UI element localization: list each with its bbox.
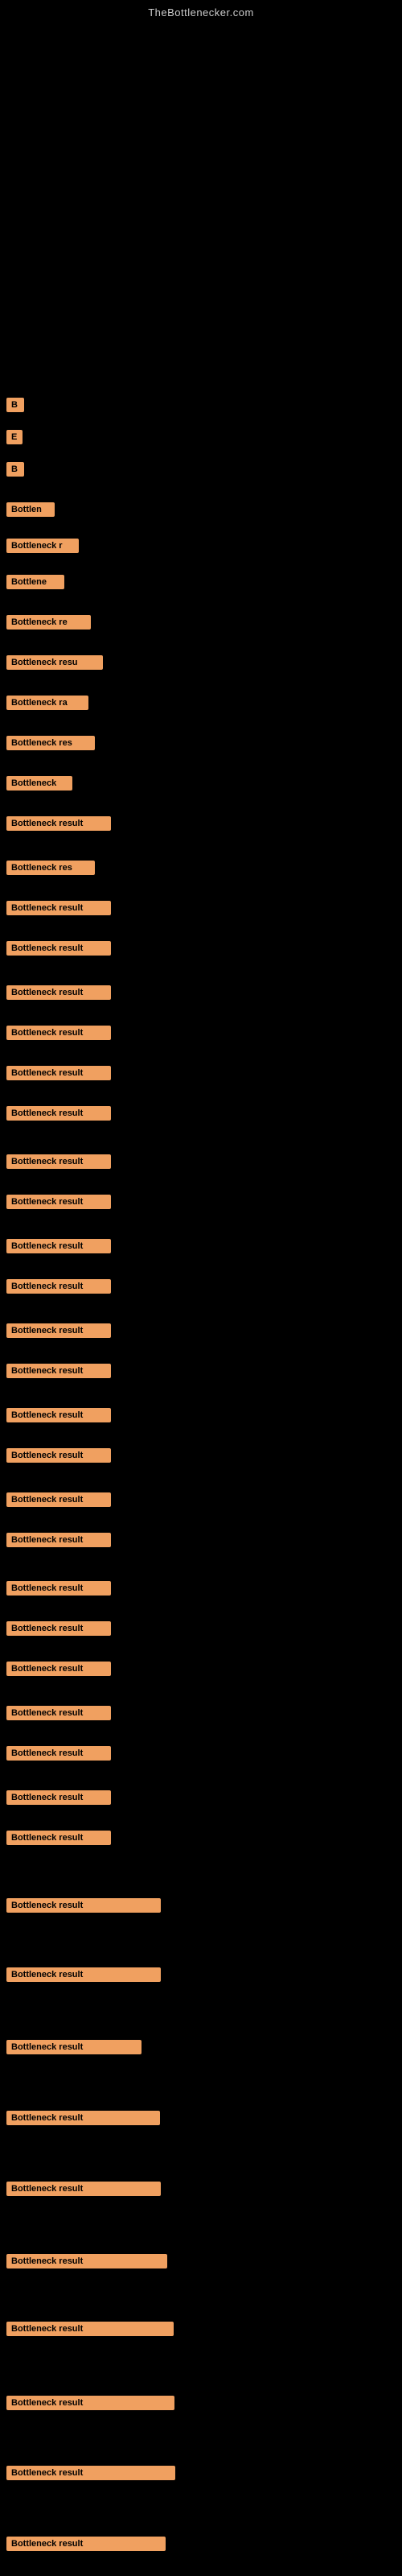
bottleneck-bar-4: Bottlen <box>3 499 55 520</box>
bottleneck-bar-24: Bottleneck result <box>3 1320 111 1341</box>
bottleneck-bar-29: Bottleneck result <box>3 1530 111 1550</box>
bottleneck-bar-33: Bottleneck result <box>3 1703 111 1724</box>
bottleneck-bar-9: Bottleneck ra <box>3 692 88 713</box>
bottleneck-bar-2: E <box>3 427 23 448</box>
bottleneck-bar-35: Bottleneck result <box>3 1787 111 1808</box>
site-title: TheBottlenecker.com <box>0 0 402 19</box>
bottleneck-bar-32: Bottleneck result <box>3 1658 111 1679</box>
bottleneck-bar-26: Bottleneck result <box>3 1405 111 1426</box>
bottleneck-bar-41: Bottleneck result <box>3 2178 161 2199</box>
bottleneck-bar-44: Bottleneck result <box>3 2392 174 2413</box>
bottleneck-bar-15: Bottleneck result <box>3 938 111 959</box>
bottleneck-bar-28: Bottleneck result <box>3 1489 111 1510</box>
bottleneck-bar-1: B <box>3 394 24 415</box>
bottleneck-bar-27: Bottleneck result <box>3 1445 111 1466</box>
bottleneck-bar-39: Bottleneck result <box>3 2037 142 2058</box>
bottleneck-bar-45: Bottleneck result <box>3 2462 175 2483</box>
bottleneck-bar-16: Bottleneck result <box>3 982 111 1003</box>
bottleneck-bar-34: Bottleneck result <box>3 1743 111 1764</box>
bottleneck-bar-19: Bottleneck result <box>3 1103 111 1124</box>
bottleneck-bar-10: Bottleneck res <box>3 733 95 753</box>
bottleneck-bar-42: Bottleneck result <box>3 2251 167 2272</box>
bottleneck-bar-7: Bottleneck re <box>3 612 91 633</box>
bottleneck-bar-22: Bottleneck result <box>3 1236 111 1257</box>
bottleneck-bar-12: Bottleneck result <box>3 813 111 834</box>
bottleneck-bar-36: Bottleneck result <box>3 1827 111 1848</box>
bottleneck-bar-13: Bottleneck res <box>3 857 95 878</box>
bottleneck-bar-38: Bottleneck result <box>3 1964 161 1985</box>
bottleneck-bar-3: B <box>3 459 24 480</box>
bottleneck-bar-30: Bottleneck result <box>3 1578 111 1599</box>
bottleneck-bar-14: Bottleneck result <box>3 898 111 919</box>
bottleneck-bar-46: Bottleneck result <box>3 2533 166 2554</box>
bottleneck-bar-5: Bottleneck r <box>3 535 79 556</box>
bottleneck-bar-31: Bottleneck result <box>3 1618 111 1639</box>
bottleneck-bar-25: Bottleneck result <box>3 1360 111 1381</box>
bottleneck-bar-43: Bottleneck result <box>3 2318 174 2339</box>
bottleneck-bar-20: Bottleneck result <box>3 1151 111 1172</box>
bottleneck-bar-40: Bottleneck result <box>3 2107 160 2128</box>
bottleneck-bar-11: Bottleneck <box>3 773 72 794</box>
bottleneck-bar-18: Bottleneck result <box>3 1063 111 1084</box>
bottleneck-bar-6: Bottlene <box>3 572 64 592</box>
bottleneck-bar-37: Bottleneck result <box>3 1895 161 1916</box>
bottleneck-bar-21: Bottleneck result <box>3 1191 111 1212</box>
bottleneck-bar-23: Bottleneck result <box>3 1276 111 1297</box>
bottleneck-bar-8: Bottleneck resu <box>3 652 103 673</box>
bottleneck-bar-17: Bottleneck result <box>3 1022 111 1043</box>
